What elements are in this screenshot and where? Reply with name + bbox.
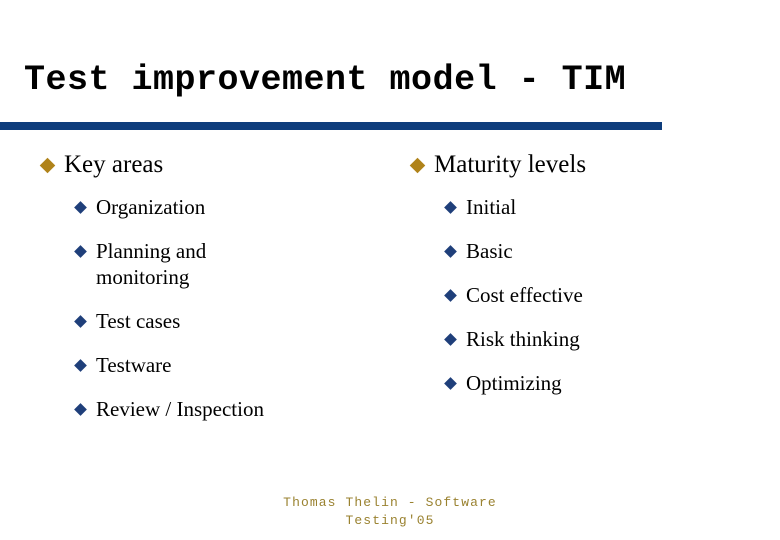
list-item: Testware: [40, 352, 395, 378]
content-column-left: Key areas Organization Planning and moni…: [39, 150, 395, 440]
list-item: Initial: [410, 194, 765, 220]
diamond-bullet-icon: [74, 359, 87, 372]
bullet-heading-label: Maturity levels: [434, 151, 587, 178]
list-item-label: Initial: [466, 195, 517, 219]
list-item: Risk thinking: [410, 326, 765, 352]
list-item: Cost effective: [410, 282, 765, 308]
list-item: Test cases: [40, 308, 395, 334]
list-item-label: Organization: [96, 195, 206, 219]
list-item: Organization: [40, 194, 395, 220]
title-accent-rule: [0, 122, 662, 130]
diamond-bullet-icon: [444, 289, 457, 302]
list-item-label: Risk thinking: [466, 327, 580, 351]
diamond-bullet-icon: [74, 403, 87, 416]
diamond-bullet-icon: [74, 315, 87, 328]
footer-line-1: Thomas Thelin - Software: [283, 495, 497, 510]
content-column-right: Maturity levels Initial Basic Cost effec…: [409, 150, 765, 414]
diamond-bullet-icon: [444, 245, 457, 258]
list-item-label: Basic: [466, 239, 513, 263]
bullet-heading-label: Key areas: [64, 151, 164, 178]
list-item-label: Test cases: [96, 309, 181, 333]
slide-footer: Thomas Thelin - Software Testing'05: [0, 494, 780, 530]
footer-line-2: Testing'05: [345, 513, 435, 528]
diamond-bullet-icon: [444, 333, 457, 346]
slide-canvas: Test improvement model - TIM Key areas O…: [0, 0, 780, 540]
bullet-heading-key-areas: Key areas: [39, 150, 395, 180]
diamond-bullet-icon: [444, 201, 457, 214]
diamond-bullet-icon: [409, 157, 426, 174]
diamond-bullet-icon: [39, 157, 56, 174]
list-item: Planning and monitoring: [40, 238, 395, 290]
diamond-bullet-icon: [74, 201, 87, 214]
list-item: Basic: [410, 238, 765, 264]
list-item: Review / Inspection: [40, 396, 395, 422]
diamond-bullet-icon: [444, 377, 457, 390]
list-item-label: Optimizing: [466, 371, 562, 395]
list-item: Optimizing: [410, 370, 765, 396]
bullet-heading-maturity-levels: Maturity levels: [409, 150, 765, 180]
list-item-label: Planning and monitoring: [96, 239, 207, 289]
list-item-label: Cost effective: [466, 283, 583, 307]
slide-body: Key areas Organization Planning and moni…: [0, 150, 780, 480]
list-item-label: Testware: [96, 353, 172, 377]
page-title: Test improvement model - TIM: [24, 60, 627, 100]
diamond-bullet-icon: [74, 245, 87, 258]
list-item-label: Review / Inspection: [96, 397, 264, 421]
